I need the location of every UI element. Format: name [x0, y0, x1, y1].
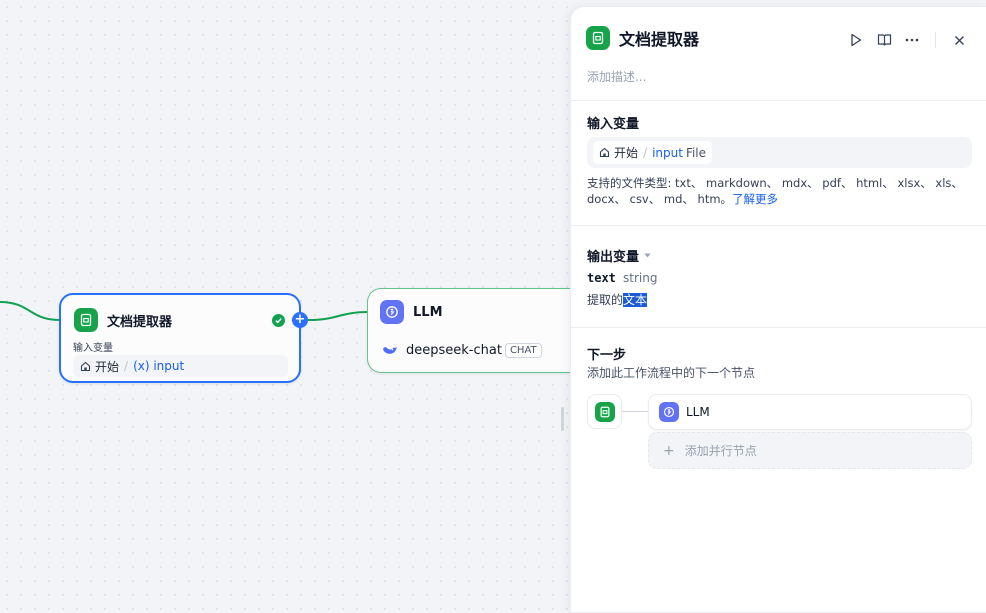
next-nodes-list: LLM + 添加并行节点 [648, 394, 972, 470]
check-circle-icon [272, 314, 285, 327]
divider [571, 225, 986, 226]
chat-badge: CHAT [504, 342, 542, 358]
node-settings-panel: 文档提取器 添加描述... 输入变量 开始 / input File 支持的文件… [570, 6, 986, 613]
llm-model-name: deepseek-chat [406, 342, 502, 358]
var-source: 开始 [95, 359, 120, 374]
var-name: input [652, 145, 683, 160]
home-icon [599, 147, 610, 158]
panel-resize-handle[interactable] [561, 407, 564, 431]
output-var-description: 提取的文本 [587, 291, 648, 308]
add-next-node-button[interactable]: + [292, 312, 308, 328]
doc-node-input-var: 开始 / (x) input [73, 355, 288, 377]
next-step-subtitle: 添加此工作流程中的下一个节点 [587, 366, 756, 380]
document-icon [74, 308, 98, 332]
output-var-name: text [587, 271, 616, 285]
plus-icon: + [663, 442, 675, 459]
next-connector-line [622, 411, 648, 412]
doc-node-header: 文档提取器 [74, 308, 299, 332]
next-step-title: 下一步 [587, 348, 627, 363]
next-node-label: LLM [686, 405, 710, 419]
llm-node[interactable]: LLM deepseek-chat CHAT [367, 288, 577, 373]
home-icon [80, 361, 91, 372]
panel-header: 文档提取器 [586, 26, 699, 50]
next-node-llm[interactable]: LLM [648, 394, 972, 430]
output-vars-header[interactable]: 输出变量 [587, 246, 651, 265]
var-type: File [685, 145, 707, 160]
doc-extractor-node[interactable]: 文档提取器 + 输入变量 开始 / (x) input [59, 293, 308, 383]
doc-node-title: 文档提取器 [107, 314, 173, 330]
llm-icon [380, 300, 404, 324]
output-desc-selected: 文本 [623, 293, 648, 307]
input-var-selector[interactable]: 开始 / input File [587, 137, 972, 168]
document-icon [594, 401, 615, 422]
edge-doc-to-llm [307, 311, 369, 321]
description-input[interactable]: 添加描述... [587, 68, 646, 85]
caret-down-icon[interactable] [644, 253, 651, 258]
add-parallel-label: 添加并行节点 [684, 444, 757, 458]
var-name: (x) input [133, 359, 185, 373]
deepseek-whale-icon [382, 344, 398, 356]
current-node-icon-box [587, 394, 622, 429]
add-parallel-node-button[interactable]: + 添加并行节点 [648, 432, 972, 469]
var-source: 开始 [614, 146, 639, 160]
var-separator: / [643, 145, 648, 160]
llm-node-title: LLM [413, 304, 443, 320]
var-separator: / [124, 359, 129, 373]
llm-model-row: deepseek-chat CHAT [382, 339, 542, 361]
input-vars-title: 输入变量 [587, 117, 640, 132]
book-open-icon[interactable] [873, 29, 895, 51]
divider [571, 327, 986, 328]
divider [571, 100, 986, 101]
llm-node-header: LLM [380, 300, 577, 324]
more-horizontal-icon[interactable] [901, 29, 923, 51]
run-play-icon[interactable] [845, 29, 867, 51]
document-icon [586, 26, 610, 50]
learn-more-link[interactable]: 了解更多 [732, 192, 778, 206]
supported-file-types: 支持的文件类型: txt、 markdown、 mdx、 pdf、 html、 … [587, 175, 972, 207]
panel-title[interactable]: 文档提取器 [619, 26, 699, 50]
edge-start-to-doc [0, 301, 60, 321]
output-desc-prefix: 提取的 [587, 293, 624, 307]
llm-icon [659, 402, 679, 422]
output-vars-title: 输出变量 [587, 250, 640, 265]
close-icon[interactable] [948, 29, 970, 51]
actions-divider [935, 32, 936, 48]
doc-node-sub-label: 输入变量 [73, 343, 113, 354]
input-var-chip[interactable]: 开始 / input File [593, 141, 713, 164]
output-var-type: string [623, 271, 658, 285]
panel-actions [839, 29, 970, 51]
